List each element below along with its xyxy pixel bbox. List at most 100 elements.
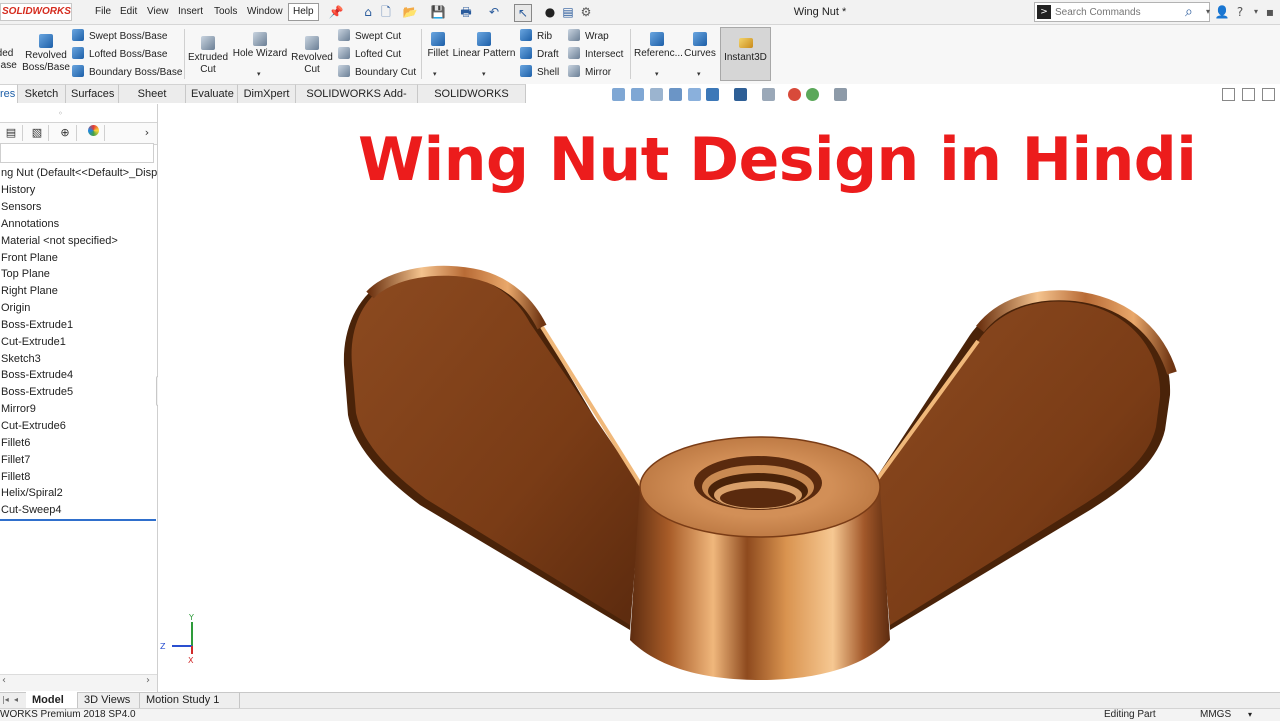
tab-scroll-prev-icon[interactable]: ◂ xyxy=(14,695,18,704)
tab-dimxpert[interactable]: DimXpert xyxy=(238,84,296,103)
display-style-icon[interactable] xyxy=(734,88,747,101)
tab-3d-views[interactable]: 3D Views xyxy=(78,692,140,708)
menu-edit[interactable]: Edit xyxy=(116,4,141,20)
fillet-button[interactable]: Fillet xyxy=(424,32,452,60)
undo-icon[interactable]: ↶ xyxy=(486,4,502,20)
select-icon[interactable]: ↖ xyxy=(514,4,532,22)
property-manager-tab-icon[interactable]: ▧ xyxy=(26,125,49,141)
rib-button[interactable]: Rib xyxy=(520,29,552,44)
horizontal-scrollbar[interactable]: ‹ › xyxy=(0,674,157,691)
wrap-button[interactable]: Wrap xyxy=(568,29,609,44)
lofted-cut-button[interactable]: Lofted Cut xyxy=(338,47,401,62)
panel-collapse-handle-icon[interactable]: ◦ xyxy=(58,109,63,118)
help-icon[interactable]: ? xyxy=(1232,3,1248,21)
options-gear-icon[interactable]: ⚙ xyxy=(578,4,594,20)
scroll-left-icon[interactable]: ‹ xyxy=(2,675,6,686)
new-document-icon[interactable]: 🗋 xyxy=(378,4,394,20)
window-menu-icon[interactable]: ▪ xyxy=(1262,3,1278,21)
curves-button[interactable]: Curves xyxy=(682,32,718,60)
linear-pattern-dropdown-icon[interactable]: ▾ xyxy=(482,70,486,78)
intersect-button[interactable]: Intersect xyxy=(568,47,623,62)
linear-pattern-button[interactable]: Linear Pattern xyxy=(452,32,516,60)
rollback-bar[interactable] xyxy=(0,519,156,521)
tree-item-mirror9[interactable]: Mirror9 xyxy=(1,401,157,418)
menu-file[interactable]: File xyxy=(91,4,115,20)
appearance-icon[interactable] xyxy=(788,88,801,101)
draft-button[interactable]: Draft xyxy=(520,47,559,62)
tree-item-cut-sweep4[interactable]: Cut-Sweep4 xyxy=(1,502,157,519)
tab-motion-study-1[interactable]: Motion Study 1 xyxy=(140,692,240,708)
scroll-right-icon[interactable]: › xyxy=(146,675,150,686)
feature-tree-tab-icon[interactable]: ▤ xyxy=(0,125,23,141)
tree-item-sketch3[interactable]: Sketch3 xyxy=(1,351,157,368)
menu-window[interactable]: Window xyxy=(243,4,287,20)
lofted-boss-button[interactable]: Lofted Boss/Base xyxy=(72,47,167,62)
tab-model[interactable]: Model xyxy=(26,692,78,708)
tile-viewport-icon[interactable] xyxy=(1242,88,1255,101)
user-icon[interactable]: 👤 xyxy=(1214,3,1230,21)
hole-wizard-button[interactable]: Hole Wizard xyxy=(232,32,288,60)
fillet-dropdown-icon[interactable]: ▾ xyxy=(433,70,437,78)
menu-insert[interactable]: Insert xyxy=(174,4,207,20)
tab-solidworks-addins[interactable]: SOLIDWORKS Add-Ins xyxy=(296,84,418,119)
close-viewport-icon[interactable] xyxy=(1262,88,1275,101)
configuration-manager-tab-icon[interactable]: ⊕ xyxy=(54,125,77,141)
tree-item-cut-extrude1[interactable]: Cut-Extrude1 xyxy=(1,334,157,351)
tab-features[interactable]: res xyxy=(0,84,18,103)
tab-surfaces[interactable]: Surfaces xyxy=(66,84,119,103)
extruded-cut-button[interactable]: Extruded Cut xyxy=(186,36,230,76)
wing-nut-model[interactable] xyxy=(330,255,1190,685)
tree-item-annotations[interactable]: Annotations xyxy=(1,216,157,233)
tree-item-material[interactable]: Material <not specified> xyxy=(1,233,157,250)
mirror-button[interactable]: Mirror xyxy=(568,65,611,80)
save-icon[interactable]: 💾 xyxy=(430,4,446,20)
tree-item-boss-extrude1[interactable]: Boss-Extrude1 xyxy=(1,317,157,334)
revolved-boss-button[interactable]: Revolved Boss/Base xyxy=(22,34,70,74)
tree-filter-input[interactable] xyxy=(0,143,154,163)
print-icon[interactable]: 🖶 xyxy=(458,4,474,20)
status-units[interactable]: MMGS xyxy=(1200,709,1240,720)
reference-dropdown-icon[interactable]: ▾ xyxy=(655,70,659,78)
previous-view-icon[interactable] xyxy=(650,88,663,101)
boundary-boss-button[interactable]: Boundary Boss/Base xyxy=(72,65,182,80)
search-input[interactable] xyxy=(1055,4,1185,20)
curves-dropdown-icon[interactable]: ▾ xyxy=(697,70,701,78)
tree-item-history[interactable]: History xyxy=(1,182,157,199)
menu-tools[interactable]: Tools xyxy=(210,4,241,20)
dynamic-annotation-icon[interactable] xyxy=(688,88,701,101)
instant3d-button[interactable]: Instant3D xyxy=(720,27,771,81)
boundary-cut-button[interactable]: Boundary Cut xyxy=(338,65,416,80)
tree-item-fillet6[interactable]: Fillet6 xyxy=(1,435,157,452)
zoom-to-area-icon[interactable] xyxy=(631,88,644,101)
tab-evaluate[interactable]: Evaluate xyxy=(186,84,238,103)
tree-item-front-plane[interactable]: Front Plane xyxy=(1,250,157,267)
tree-item-boss-extrude4[interactable]: Boss-Extrude4 xyxy=(1,367,157,384)
reference-geometry-button[interactable]: Referenc... xyxy=(634,32,683,60)
tab-sheet-metal[interactable]: Sheet Metal xyxy=(119,84,186,119)
section-view-icon[interactable] xyxy=(669,88,682,101)
hide-show-items-icon[interactable] xyxy=(762,88,775,101)
tab-sketch[interactable]: Sketch xyxy=(18,84,66,103)
view-orientation-icon[interactable] xyxy=(706,88,719,101)
tree-item-top-plane[interactable]: Top Plane xyxy=(1,266,157,283)
units-dropdown-icon[interactable]: ▾ xyxy=(1248,709,1258,720)
solidworks-logo[interactable]: SOLIDWORKS xyxy=(0,3,72,21)
revolved-cut-button[interactable]: Revolved Cut xyxy=(290,36,334,76)
tree-item-right-plane[interactable]: Right Plane xyxy=(1,283,157,300)
tree-root-part[interactable]: ng Nut (Default<<Default>_Displ xyxy=(1,165,157,182)
tree-item-sensors[interactable]: Sensors xyxy=(1,199,157,216)
restore-viewport-icon[interactable] xyxy=(1222,88,1235,101)
hole-wizard-dropdown-icon[interactable]: ▾ xyxy=(257,70,261,78)
tree-item-cut-extrude6[interactable]: Cut-Extrude6 xyxy=(1,418,157,435)
shell-button[interactable]: Shell xyxy=(520,65,559,80)
file-properties-icon[interactable]: ▤ xyxy=(560,4,576,20)
tab-solidworks-mbd[interactable]: SOLIDWORKS MBD xyxy=(418,84,526,119)
extruded-boss-button[interactable]: ded Base xyxy=(0,48,17,72)
tabs-scroll-right-icon[interactable]: › xyxy=(140,125,154,141)
view-settings-icon[interactable] xyxy=(834,88,847,101)
home-icon[interactable]: ⌂ xyxy=(360,4,376,20)
rebuild-icon[interactable]: ● xyxy=(542,4,558,20)
menu-view[interactable]: View xyxy=(143,4,173,20)
tree-item-fillet8[interactable]: Fillet8 xyxy=(1,469,157,486)
swept-boss-button[interactable]: Swept Boss/Base xyxy=(72,29,167,44)
